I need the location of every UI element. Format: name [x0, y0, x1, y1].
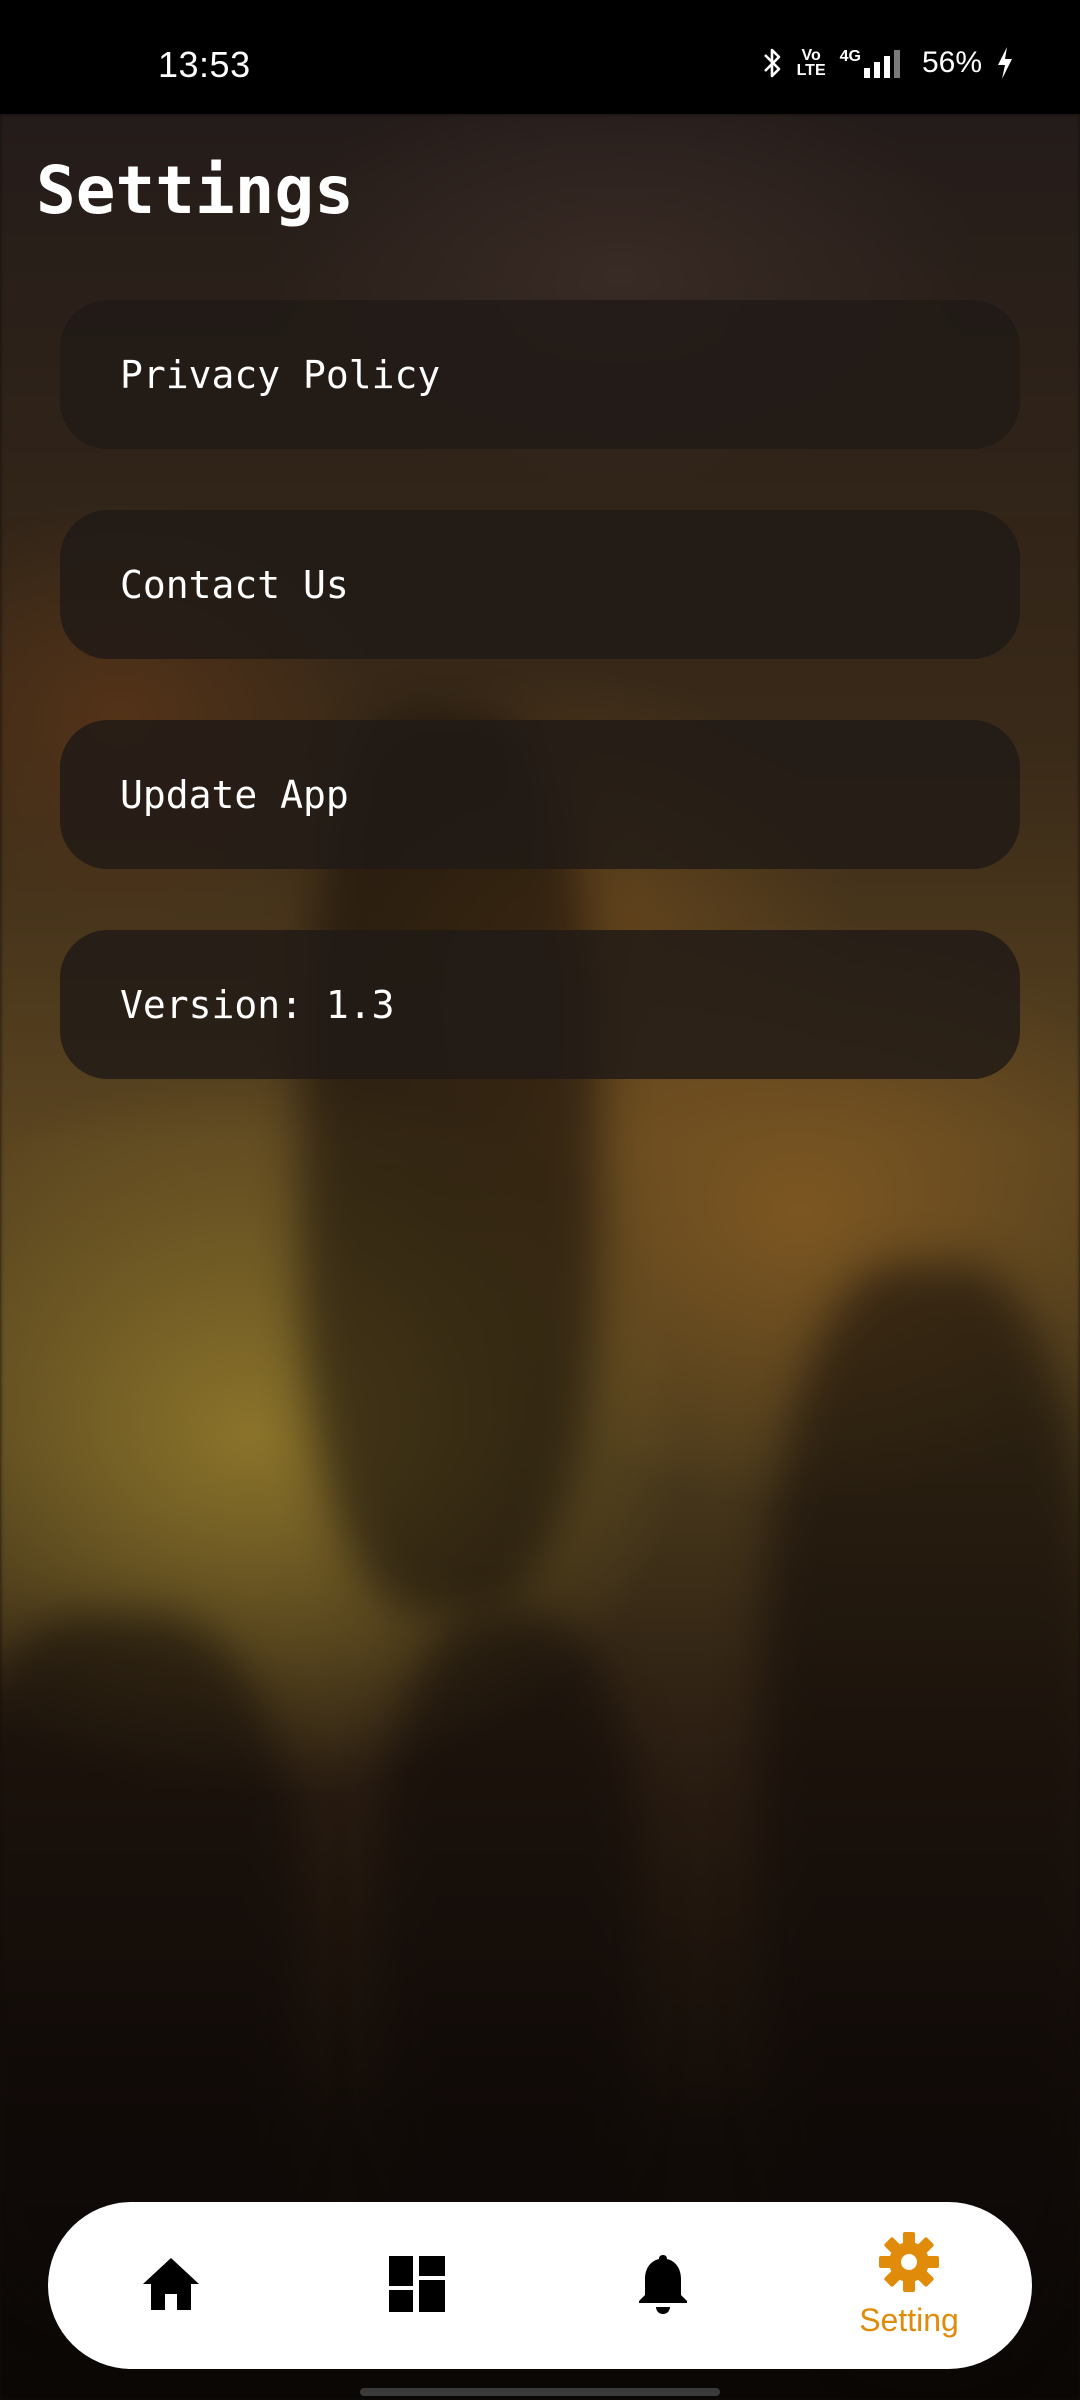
status-icons: Vo LTE 4G 56% [761, 46, 1014, 80]
menu-item-label: Contact Us [120, 562, 349, 607]
version-label: Version: 1.3 [120, 982, 395, 1027]
contact-us-item[interactable]: Contact Us [60, 510, 1020, 659]
home-indicator [360, 2388, 720, 2396]
charging-icon [996, 46, 1014, 80]
page-title: Settings [36, 152, 354, 229]
nav-settings[interactable]: Setting [819, 2216, 999, 2356]
bottom-navigation: Setting [48, 2202, 1032, 2369]
status-bar: 13:53 Vo LTE 4G 56% [0, 0, 1080, 114]
settings-screen: 13:53 Vo LTE 4G 56% Settings Privacy Pol… [0, 0, 1080, 2400]
gear-icon [879, 2232, 939, 2296]
status-time: 13:53 [158, 44, 251, 85]
dashboard-icon [389, 2255, 445, 2316]
settings-menu: Privacy Policy Contact Us Update App Ver… [60, 300, 1020, 1079]
nav-dashboard[interactable] [327, 2216, 507, 2356]
bluetooth-icon [761, 46, 783, 80]
volte-icon: Vo LTE [796, 47, 826, 79]
signal-icon: 4G [840, 48, 908, 78]
privacy-policy-item[interactable]: Privacy Policy [60, 300, 1020, 449]
nav-notifications[interactable] [573, 2216, 753, 2356]
update-app-item[interactable]: Update App [60, 720, 1020, 869]
bell-icon [637, 2253, 689, 2319]
version-info-item: Version: 1.3 [60, 930, 1020, 1079]
home-icon [141, 2256, 201, 2316]
menu-item-label: Update App [120, 772, 349, 817]
network-type-label: 4G [839, 48, 861, 65]
nav-home[interactable] [81, 2216, 261, 2356]
menu-item-label: Privacy Policy [120, 352, 441, 397]
battery-percent: 56% [921, 46, 982, 79]
nav-settings-label: Setting [859, 2302, 959, 2338]
